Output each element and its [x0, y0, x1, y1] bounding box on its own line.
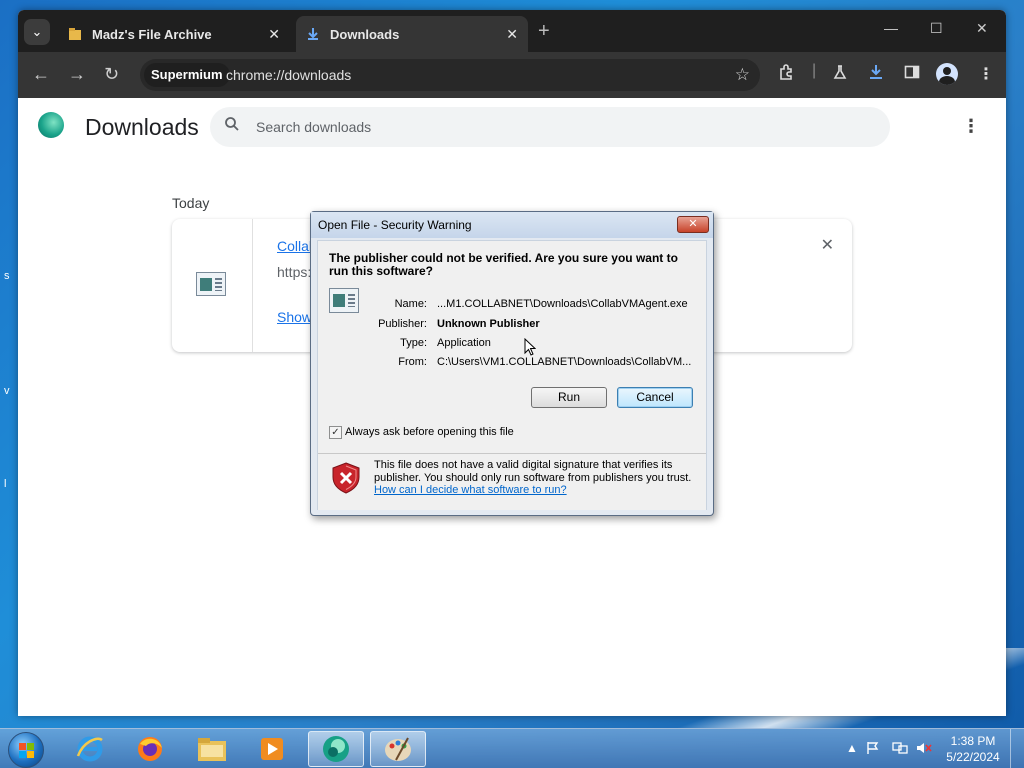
desktop-icon-fragment: s — [4, 270, 10, 282]
warning-section: This file does not have a valid digital … — [318, 454, 706, 510]
network-icon[interactable] — [892, 741, 908, 758]
labs-flask-icon[interactable] — [832, 64, 848, 85]
desktop-icon-fragment: v — [4, 385, 10, 397]
mouse-cursor-icon — [524, 338, 536, 356]
show-in-folder-link[interactable]: Show — [277, 309, 312, 325]
chevron-down-icon: ⌄ — [31, 24, 43, 39]
firefox-icon[interactable] — [122, 731, 178, 767]
show-desktop-button[interactable] — [1010, 729, 1024, 768]
site-chip[interactable]: Supermium — [144, 63, 230, 87]
search-icon — [224, 116, 240, 137]
search-placeholder: Search downloads — [256, 119, 372, 135]
date-section-label: Today — [172, 195, 210, 211]
info-label: Name: — [394, 298, 427, 310]
remove-download-icon[interactable]: ✕ — [821, 235, 834, 255]
help-link[interactable]: How can I decide what software to run? — [374, 484, 567, 496]
download-icon — [306, 27, 320, 41]
desktop-icon-fragment: l — [4, 478, 7, 490]
security-warning-dialog: Open File - Security Warning ✕ The publi… — [310, 211, 714, 516]
file-icon-area — [172, 219, 253, 352]
info-label: From: — [398, 356, 427, 368]
browser-toolbar: ← → ↻ Supermium chrome://downloads ☆ | ⋮ — [18, 52, 1006, 98]
paint-icon[interactable] — [370, 731, 426, 767]
cancel-button[interactable]: Cancel — [617, 387, 693, 408]
file-explorer-icon[interactable] — [184, 731, 240, 767]
dialog-body: The publisher could not be verified. Are… — [317, 240, 707, 510]
clock-date: 5/22/2024 — [946, 750, 1000, 764]
reload-icon[interactable]: ↻ — [104, 64, 119, 85]
tab-file-archive[interactable]: Madz's File Archive ✕ — [58, 16, 290, 52]
url-text[interactable]: chrome://downloads — [226, 67, 351, 83]
dialog-titlebar[interactable]: Open File - Security Warning ✕ — [311, 212, 713, 238]
address-bar[interactable]: Supermium chrome://downloads ☆ — [140, 59, 760, 91]
side-panel-icon[interactable] — [904, 64, 920, 85]
run-button[interactable]: Run — [531, 387, 607, 408]
download-icon[interactable] — [868, 64, 884, 85]
supermium-icon[interactable] — [308, 731, 364, 767]
checkbox-label[interactable]: Always ask before opening this file — [345, 426, 514, 438]
start-button[interactable] — [8, 732, 44, 768]
supermium-logo-icon — [38, 112, 64, 138]
info-value: Application — [437, 337, 491, 349]
menu-kebab-icon[interactable]: ⋮ — [978, 64, 994, 84]
bookmark-star-icon[interactable]: ☆ — [735, 65, 750, 85]
warning-text: This file does not have a valid digital … — [374, 459, 692, 484]
close-icon[interactable]: ✕ — [268, 26, 280, 43]
maximize-icon[interactable]: ☐ — [930, 20, 943, 37]
volume-muted-icon[interactable] — [916, 741, 932, 758]
info-value: Unknown Publisher — [437, 318, 540, 330]
internet-explorer-icon[interactable] — [62, 731, 118, 767]
tab-search-button[interactable]: ⌄ — [24, 19, 50, 45]
tray-expand-icon[interactable]: ▲ — [846, 741, 858, 755]
taskbar-clock[interactable]: 1:38 PM 5/22/2024 — [942, 733, 1004, 765]
tab-downloads[interactable]: Downloads ✕ — [296, 16, 528, 52]
search-input[interactable]: Search downloads — [210, 107, 890, 147]
download-url: https: — [277, 264, 312, 280]
back-icon[interactable]: ← — [32, 64, 50, 85]
executable-file-icon — [196, 272, 226, 296]
dialog-question: The publisher could not be verified. Are… — [329, 251, 678, 278]
clock-time: 1:38 PM — [950, 734, 996, 748]
dialog-close-icon[interactable]: ✕ — [677, 216, 709, 233]
info-label: Publisher: — [378, 318, 427, 330]
toolbar-divider: | — [812, 62, 817, 79]
always-ask-checkbox[interactable]: ✓ — [329, 426, 342, 439]
info-value: ...M1.COLLABNET\Downloads\CollabVMAgent.… — [437, 298, 688, 310]
tab-title: Downloads — [330, 26, 400, 42]
minimize-icon[interactable]: — — [884, 20, 898, 36]
page-menu-icon[interactable]: ⋮ — [962, 116, 980, 137]
profile-avatar-icon[interactable] — [936, 63, 958, 85]
action-center-flag-icon[interactable] — [866, 741, 880, 758]
info-label: Type: — [400, 337, 427, 349]
page-title: Downloads — [85, 114, 199, 140]
taskbar: ▲ 1:38 PM 5/22/2024 — [0, 728, 1024, 768]
new-tab-icon[interactable]: + — [538, 20, 550, 43]
info-value: C:\Users\VM1.COLLABNET\Downloads\CollabV… — [437, 356, 692, 368]
dialog-title: Open File - Security Warning — [318, 218, 472, 232]
shield-warning-icon — [332, 462, 360, 494]
folder-icon — [68, 27, 82, 41]
tab-title: Madz's File Archive — [92, 26, 212, 42]
extensions-icon[interactable] — [778, 64, 794, 85]
media-player-icon[interactable] — [244, 731, 300, 767]
window-close-icon[interactable]: ✕ — [976, 20, 988, 37]
forward-icon[interactable]: → — [68, 64, 86, 85]
tab-strip: ⌄ Madz's File Archive ✕ Downloads ✕ + — … — [18, 10, 1006, 52]
close-icon[interactable]: ✕ — [506, 26, 518, 43]
